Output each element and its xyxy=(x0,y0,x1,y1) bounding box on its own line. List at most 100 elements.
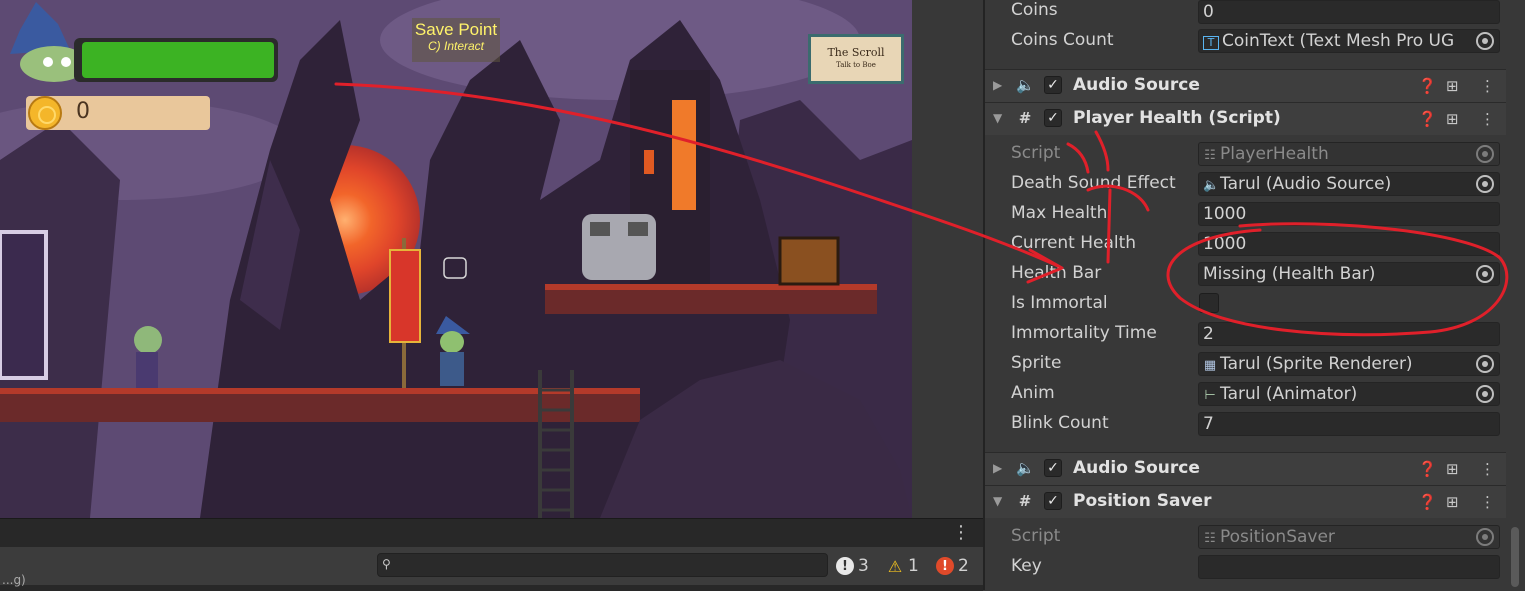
position-saver-enabled-checkbox[interactable]: ✓ xyxy=(1044,492,1062,510)
script-icon: # xyxy=(1018,492,1032,510)
textmeshpro-icon: T xyxy=(1203,36,1219,50)
is-immortal-checkbox[interactable] xyxy=(1199,293,1219,313)
audio-source-icon: 🔈 xyxy=(1016,76,1035,94)
field-label-current-health: Current Health xyxy=(1011,233,1137,253)
script-file-icon: ☷ xyxy=(1204,148,1216,163)
expand-arrow-icon[interactable]: ▶ xyxy=(993,461,1002,475)
field-label-script: Script xyxy=(1011,143,1061,163)
sprite-renderer-icon: ▦ xyxy=(1203,358,1217,373)
scroll-quest-sign xyxy=(808,34,904,84)
field-label-blink-count: Blink Count xyxy=(1011,413,1109,433)
console-errors-toggle[interactable]: ! 2 xyxy=(936,553,969,579)
health-bar-fill xyxy=(82,42,274,78)
script-icon: # xyxy=(1018,109,1032,127)
collapse-arrow-icon[interactable]: ▼ xyxy=(993,494,1002,508)
collapse-arrow-icon[interactable]: ▼ xyxy=(993,111,1002,125)
blink-count-field[interactable]: 7 xyxy=(1198,412,1500,436)
max-health-field[interactable]: 1000 xyxy=(1198,202,1500,226)
npc-goblin xyxy=(134,326,162,388)
player-health-enabled-checkbox[interactable]: ✓ xyxy=(1044,109,1062,127)
field-label-death-sound: Death Sound Effect xyxy=(1011,173,1176,193)
console-search-input[interactable] xyxy=(377,553,828,577)
error-icon: ! xyxy=(936,557,954,575)
field-label-sprite: Sprite xyxy=(1011,353,1062,373)
field-label-anim: Anim xyxy=(1011,383,1055,403)
key-field[interactable] xyxy=(1198,555,1500,579)
player-health-title: Player Health (Script) xyxy=(1073,108,1281,128)
script-field: ☷ PlayerHealth xyxy=(1198,142,1500,166)
object-picker-icon[interactable] xyxy=(1476,355,1494,373)
sprite-value: Tarul (Sprite Renderer) xyxy=(1220,354,1413,374)
console-log-line: ...g) xyxy=(2,573,26,587)
field-label-is-immortal: Is Immortal xyxy=(1011,293,1108,313)
audio-source-icon: 🔈 xyxy=(1016,459,1035,477)
script-field: ☷ PositionSaver xyxy=(1198,525,1500,549)
script-value: PlayerHealth xyxy=(1220,144,1329,164)
coin-icon xyxy=(28,96,62,130)
save-point-hint: C) Interact xyxy=(427,39,484,53)
scroll-quest-title: The Scroll xyxy=(827,46,885,59)
object-picker-icon[interactable] xyxy=(1476,385,1494,403)
messages-count: 3 xyxy=(858,556,869,576)
field-label-immortality-time: Immortality Time xyxy=(1011,323,1157,343)
errors-count: 2 xyxy=(958,556,969,576)
coins-field[interactable]: 0 xyxy=(1198,0,1500,24)
coins-count-field[interactable]: T CoinText (Text Mesh Pro UG xyxy=(1198,29,1500,53)
info-icon: ! xyxy=(836,557,854,575)
presets-icon[interactable]: ⊞ xyxy=(1446,110,1459,128)
field-label-key: Key xyxy=(1011,556,1042,576)
help-icon[interactable]: ❓ xyxy=(1418,493,1437,511)
inspector-scrollbar[interactable] xyxy=(1511,527,1519,587)
scroll-quest-subtitle: Talk to Boe xyxy=(836,61,876,69)
help-icon[interactable]: ❓ xyxy=(1418,77,1437,95)
coins-count-value: CoinText (Text Mesh Pro UG xyxy=(1222,31,1455,51)
console-warnings-toggle[interactable]: ⚠ 1 xyxy=(886,553,919,579)
console-messages-toggle[interactable]: ! 3 xyxy=(836,553,869,579)
coin-count: 0 xyxy=(76,99,90,124)
script-file-icon: ☷ xyxy=(1204,531,1216,546)
audio-source-title: Audio Source xyxy=(1073,458,1200,478)
kebab-menu-icon[interactable]: ⋮ xyxy=(1480,460,1495,478)
script-value: PositionSaver xyxy=(1220,527,1335,547)
field-label-coins-count: Coins Count xyxy=(1011,30,1114,50)
field-label-coins: Coins xyxy=(1011,0,1058,20)
object-picker-icon[interactable] xyxy=(1476,265,1494,283)
console-menu-icon[interactable]: ⋮ xyxy=(952,524,970,542)
expand-arrow-icon[interactable]: ▶ xyxy=(993,78,1002,92)
presets-icon[interactable]: ⊞ xyxy=(1446,493,1459,511)
kebab-menu-icon[interactable]: ⋮ xyxy=(1480,110,1495,128)
field-label-max-health: Max Health xyxy=(1011,203,1108,223)
audio-source-enabled-checkbox[interactable]: ✓ xyxy=(1044,459,1062,477)
anim-field[interactable]: ⊢ Tarul (Animator) xyxy=(1198,382,1500,406)
current-health-field[interactable]: 1000 xyxy=(1198,232,1500,256)
presets-icon[interactable]: ⊞ xyxy=(1446,77,1459,95)
position-saver-title: Position Saver xyxy=(1073,491,1212,511)
kebab-menu-icon[interactable]: ⋮ xyxy=(1480,493,1495,511)
anim-value: Tarul (Animator) xyxy=(1220,384,1358,404)
knight-enemies xyxy=(582,214,656,280)
game-view[interactable]: 0 Save Point C) Interact The Scroll Talk… xyxy=(0,0,912,518)
animator-icon: ⊢ xyxy=(1204,388,1216,403)
immortality-time-field[interactable]: 2 xyxy=(1198,322,1500,346)
field-label-script: Script xyxy=(1011,526,1061,546)
audio-source-icon: 🔈 xyxy=(1203,178,1220,193)
object-picker-icon[interactable] xyxy=(1476,175,1494,193)
help-icon[interactable]: ❓ xyxy=(1418,460,1437,478)
warning-icon: ⚠ xyxy=(887,556,903,576)
save-point-title: Save Point xyxy=(414,20,498,39)
death-sound-effect-field[interactable]: 🔈Tarul (Audio Source) xyxy=(1198,172,1500,196)
death-sound-value: Tarul (Audio Source) xyxy=(1220,174,1392,194)
health-bar-field[interactable]: Missing (Health Bar) xyxy=(1198,262,1500,286)
audio-source-enabled-checkbox[interactable]: ✓ xyxy=(1044,76,1062,94)
kebab-menu-icon[interactable]: ⋮ xyxy=(1480,77,1495,95)
help-icon[interactable]: ❓ xyxy=(1418,110,1437,128)
search-icon: ⚲ xyxy=(382,557,391,571)
audio-source-title: Audio Source xyxy=(1073,75,1200,95)
object-picker-icon xyxy=(1476,528,1494,546)
object-picker-icon xyxy=(1476,145,1494,163)
field-label-health-bar: Health Bar xyxy=(1011,263,1102,283)
sprite-field[interactable]: ▦ Tarul (Sprite Renderer) xyxy=(1198,352,1500,376)
object-picker-icon[interactable] xyxy=(1476,32,1494,50)
presets-icon[interactable]: ⊞ xyxy=(1446,460,1459,478)
warnings-count: 1 xyxy=(908,556,919,576)
